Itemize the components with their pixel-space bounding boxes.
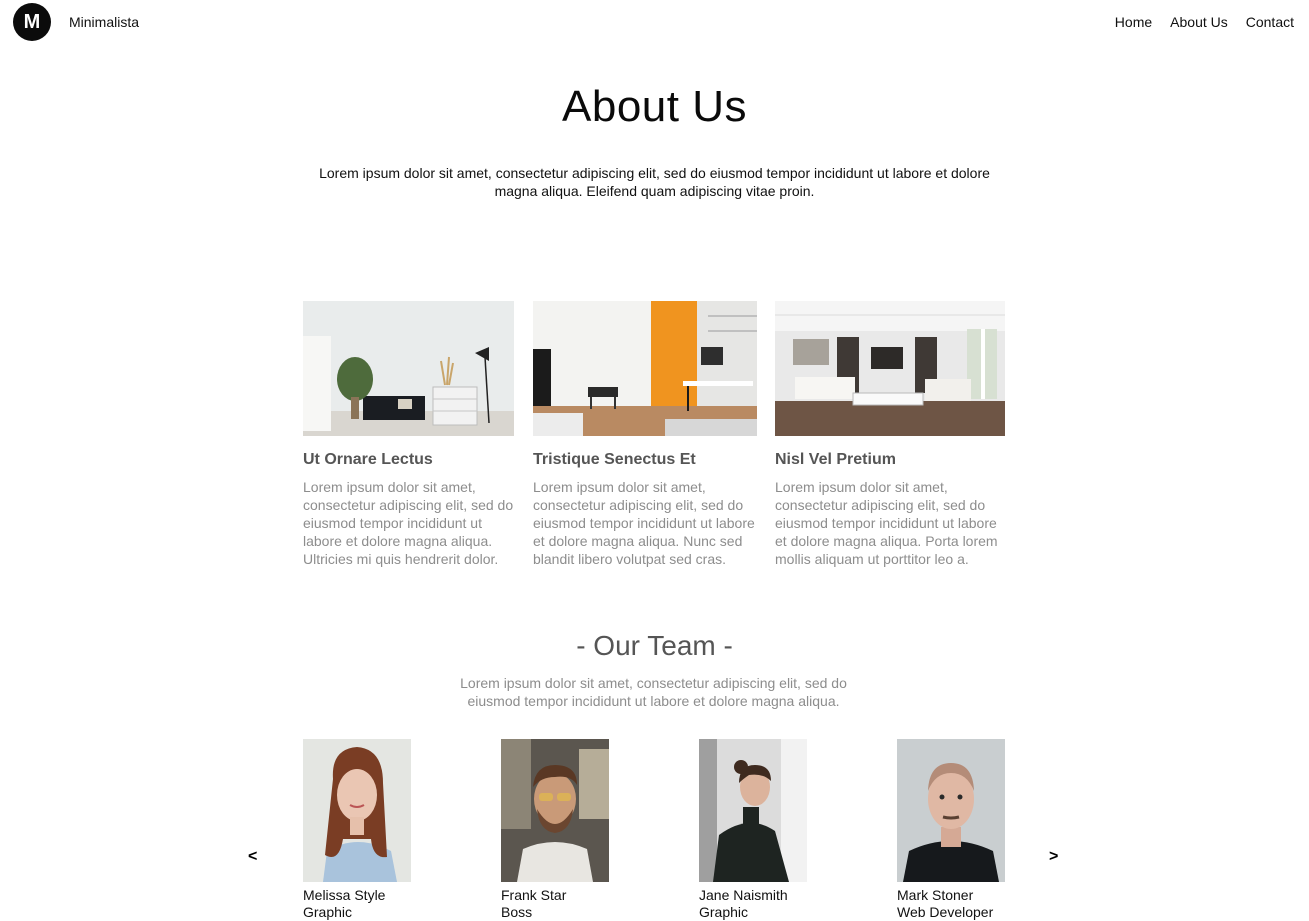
feature-text: Lorem ipsum dolor sit amet, consectetur … (533, 479, 755, 567)
main-nav: Home About Us Contact (1115, 14, 1294, 30)
member-name: Melissa Style (303, 887, 386, 903)
feature-card: Tristique Senectus Et Lorem ipsum dolor … (533, 301, 757, 568)
team-member-card: Frank Star Boss (501, 739, 641, 921)
feature-card: Ut Ornare Lectus Lorem ipsum dolor sit a… (303, 301, 514, 568)
team-intro-text: Lorem ipsum dolor sit amet, consectetur … (460, 675, 847, 709)
logo[interactable]: M (13, 3, 51, 41)
carousel-prev-button[interactable]: < (248, 848, 257, 866)
page-title: About Us (562, 82, 747, 131)
member-name: Mark Stoner (897, 887, 974, 903)
member-name: Frank Star (501, 887, 567, 903)
feature-title: Tristique Senectus Et (533, 451, 696, 468)
feature-image-living-room (303, 301, 514, 436)
team-member-card: Melissa Style Graphic (303, 739, 443, 921)
logo-letter: M (23, 10, 41, 33)
member-photo (501, 739, 609, 882)
team-member-card: Mark Stoner Web Developer (897, 739, 1037, 921)
team-heading: - Our Team - (576, 630, 733, 661)
top-navbar: M Minimalista Home About Us Contact (0, 0, 1309, 44)
member-photo (699, 739, 807, 882)
brand-name[interactable]: Minimalista (69, 14, 139, 30)
member-photo (303, 739, 411, 882)
nav-contact-link[interactable]: Contact (1246, 14, 1294, 30)
nav-home-link[interactable]: Home (1115, 14, 1152, 30)
feature-title: Ut Ornare Lectus (303, 451, 433, 468)
carousel-next-button[interactable]: > (1049, 848, 1058, 866)
team-member-card: Jane Naismith Graphic (699, 739, 839, 921)
feature-image-workspace (533, 301, 757, 436)
nav-about-link[interactable]: About Us (1170, 14, 1228, 30)
feature-image-lounge (775, 301, 1005, 436)
intro-text: Lorem ipsum dolor sit amet, consectetur … (319, 165, 990, 199)
feature-text: Lorem ipsum dolor sit amet, consectetur … (775, 479, 998, 567)
feature-card: Nisl Vel Pretium Lorem ipsum dolor sit a… (775, 301, 1005, 568)
feature-title: Nisl Vel Pretium (775, 451, 896, 468)
member-photo (897, 739, 1005, 882)
feature-text: Lorem ipsum dolor sit amet, consectetur … (303, 479, 514, 567)
member-name: Jane Naismith (699, 887, 788, 903)
